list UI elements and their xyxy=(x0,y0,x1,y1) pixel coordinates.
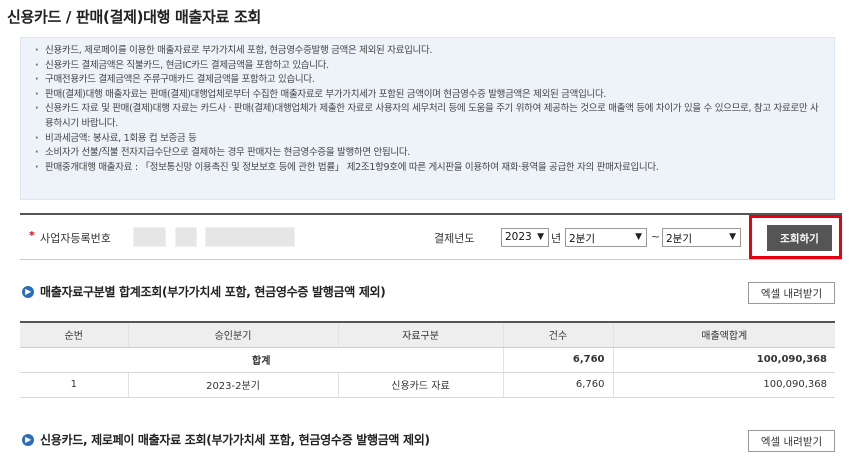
total-label: 합계 xyxy=(20,347,503,373)
arrow-right-icon: ▶ xyxy=(22,285,34,298)
biz-no-label: 사업자등록번호 xyxy=(40,232,111,245)
page-title: 신용카드 / 판매(결제)대행 매출자료 조회 xyxy=(7,8,261,26)
cell-no: 1 xyxy=(20,372,128,398)
biz-no-masked-field xyxy=(133,227,166,247)
cell-quarter: 2023-2분기 xyxy=(127,372,338,398)
year-label: 결제년도 xyxy=(434,232,475,245)
biz-no-masked-field xyxy=(205,227,295,247)
range-separator: ~ xyxy=(651,230,661,243)
notice-item: 신용카드 결제금액은 직불카드, 현금IC카드 결제금액을 포함하고 있습니다. xyxy=(35,59,822,74)
column-header: 순번 xyxy=(20,321,128,348)
notice-item: 구매전용카드 결제금액은 주류구매카드 결제금액을 포함하고 있습니다. xyxy=(35,73,822,88)
table-row: 1 2023-2분기 신용카드 자료 6,760 100,090,368 xyxy=(20,372,835,398)
chevron-down-icon: ▼ xyxy=(729,232,736,242)
cell-count: 6,760 xyxy=(502,372,613,398)
notice-item: 소비자가 선불/직불 전자지급수단으로 결제하는 경우 판매자는 현금영수증을 … xyxy=(35,146,822,161)
year-unit: 년 xyxy=(551,232,562,245)
column-header: 승인분기 xyxy=(127,321,338,348)
total-count: 6,760 xyxy=(502,347,613,373)
arrow-right-icon: ▶ xyxy=(22,433,34,446)
notice-box: 신용카드, 제로페이를 이용한 매출자료로 부가가치세 포함, 현금영수증발행 … xyxy=(20,37,835,200)
excel-download-button[interactable]: 엑셀 내려받기 xyxy=(748,430,835,452)
total-amount: 100,090,368 xyxy=(612,347,835,373)
cell-amount: 100,090,368 xyxy=(612,372,835,398)
column-header: 자료구분 xyxy=(337,321,503,348)
notice-item: 신용카드, 제로페이를 이용한 매출자료로 부가가치세 포함, 현금영수증발행 … xyxy=(35,44,822,59)
required-mark: * xyxy=(29,229,35,242)
column-header: 매출액합계 xyxy=(612,321,835,348)
section1-title: ▶ 매출자료구분별 합계조회(부가가치세 포함, 현금영수증 발행금액 제외) xyxy=(22,283,386,300)
notice-item: 신용카드 자료 및 판매(결제)대행 자료는 카드사 · 판매(결제)대행업체가… xyxy=(35,102,822,131)
notice-item: 판매중개대행 매출자료 : 「정보통신망 이용촉진 및 정보보호 등에 관한 법… xyxy=(35,161,822,176)
summary-table: 순번 승인분기 자료구분 건수 매출액합계 합계 6,760 100,090,3… xyxy=(20,321,835,398)
column-header: 건수 xyxy=(502,321,613,348)
chevron-down-icon: ▼ xyxy=(537,232,544,242)
search-button[interactable]: 조회하기 xyxy=(767,225,832,251)
chevron-down-icon: ▼ xyxy=(635,232,642,242)
total-row: 합계 6,760 100,090,368 xyxy=(20,347,835,373)
notice-item: 판매(결제)대행 매출자료는 판매(결제)대행업체로부터 수집한 매출자료로 부… xyxy=(35,88,822,103)
notice-item: 비과세금액: 봉사료, 1회용 컵 보증금 등 xyxy=(35,132,822,147)
biz-no-masked-field xyxy=(175,227,197,247)
quarter-to-select[interactable]: 2분기 ▼ xyxy=(662,228,741,247)
year-select[interactable]: 2023 ▼ xyxy=(501,228,549,247)
section2-title: ▶ 신용카드, 제로페이 매출자료 조회(부가가치세 포함, 현금영수증 발행금… xyxy=(22,431,430,448)
cell-type: 신용카드 자료 xyxy=(337,372,503,398)
search-bar: * 사업자등록번호 결제년도 2023 ▼ 년 2분기 ▼ ~ 2분기 ▼ 조회… xyxy=(20,213,842,260)
excel-download-button[interactable]: 엑셀 내려받기 xyxy=(748,282,835,304)
quarter-from-select[interactable]: 2분기 ▼ xyxy=(565,228,647,247)
